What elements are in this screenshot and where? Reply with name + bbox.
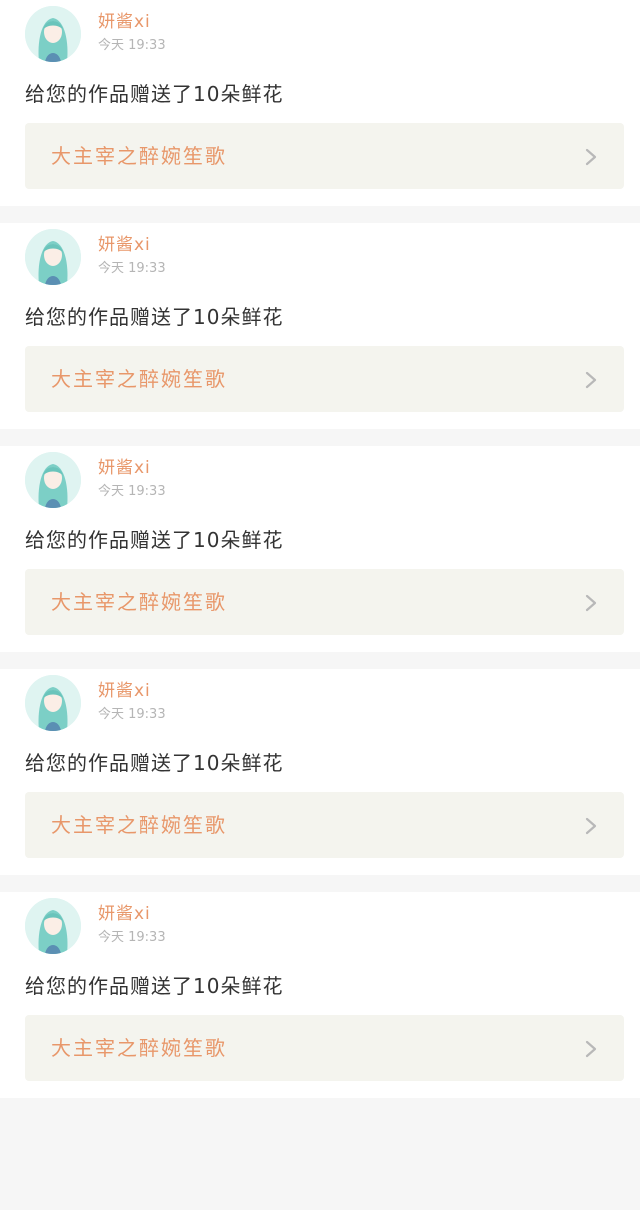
avatar-image (25, 452, 81, 508)
work-link[interactable]: 大主宰之醉婉笙歌 (25, 123, 624, 189)
separator (0, 429, 640, 446)
notification-card: 妍酱xi 今天 19:33 给您的作品赠送了10朵鲜花 大主宰之醉婉笙歌 (0, 892, 640, 1098)
user-name[interactable]: 妍酱xi (98, 904, 151, 924)
notification-card: 妍酱xi 今天 19:33 给您的作品赠送了10朵鲜花 大主宰之醉婉笙歌 (0, 223, 640, 429)
user-name[interactable]: 妍酱xi (98, 12, 151, 32)
separator (0, 652, 640, 669)
work-title: 大主宰之醉婉笙歌 (51, 144, 227, 168)
separator (0, 875, 640, 892)
avatar[interactable] (25, 898, 81, 954)
chevron-right-icon (585, 1040, 597, 1058)
work-link[interactable]: 大主宰之醉婉笙歌 (25, 792, 624, 858)
post-time: 今天 19:33 (98, 484, 166, 499)
chevron-right-icon (585, 817, 597, 835)
avatar[interactable] (25, 675, 81, 731)
work-title: 大主宰之醉婉笙歌 (51, 813, 227, 837)
work-title: 大主宰之醉婉笙歌 (51, 590, 227, 614)
notification-card: 妍酱xi 今天 19:33 给您的作品赠送了10朵鲜花 大主宰之醉婉笙歌 (0, 669, 640, 875)
avatar-image (25, 898, 81, 954)
notification-card: 妍酱xi 今天 19:33 给您的作品赠送了10朵鲜花 大主宰之醉婉笙歌 (0, 0, 640, 206)
gift-message: 给您的作品赠送了10朵鲜花 (25, 751, 284, 775)
chevron-right-icon (585, 148, 597, 166)
post-time: 今天 19:33 (98, 707, 166, 722)
chevron-right-icon (585, 594, 597, 612)
post-time: 今天 19:33 (98, 930, 166, 945)
user-name[interactable]: 妍酱xi (98, 458, 151, 478)
chevron-right-icon (585, 371, 597, 389)
separator (0, 1098, 640, 1115)
gift-message: 给您的作品赠送了10朵鲜花 (25, 305, 284, 329)
post-time: 今天 19:33 (98, 261, 166, 276)
avatar-image (25, 6, 81, 62)
user-name[interactable]: 妍酱xi (98, 235, 151, 255)
avatar[interactable] (25, 229, 81, 285)
work-link[interactable]: 大主宰之醉婉笙歌 (25, 1015, 624, 1081)
avatar[interactable] (25, 6, 81, 62)
user-name[interactable]: 妍酱xi (98, 681, 151, 701)
notification-card: 妍酱xi 今天 19:33 给您的作品赠送了10朵鲜花 大主宰之醉婉笙歌 (0, 446, 640, 652)
gift-message: 给您的作品赠送了10朵鲜花 (25, 528, 284, 552)
work-link[interactable]: 大主宰之醉婉笙歌 (25, 569, 624, 635)
work-title: 大主宰之醉婉笙歌 (51, 1036, 227, 1060)
separator (0, 206, 640, 223)
work-link[interactable]: 大主宰之醉婉笙歌 (25, 346, 624, 412)
post-time: 今天 19:33 (98, 38, 166, 53)
avatar-image (25, 229, 81, 285)
avatar[interactable] (25, 452, 81, 508)
work-title: 大主宰之醉婉笙歌 (51, 367, 227, 391)
notification-feed: 妍酱xi 今天 19:33 给您的作品赠送了10朵鲜花 大主宰之醉婉笙歌 妍酱x… (0, 0, 640, 1115)
gift-message: 给您的作品赠送了10朵鲜花 (25, 974, 284, 998)
avatar-image (25, 675, 81, 731)
gift-message: 给您的作品赠送了10朵鲜花 (25, 82, 284, 106)
